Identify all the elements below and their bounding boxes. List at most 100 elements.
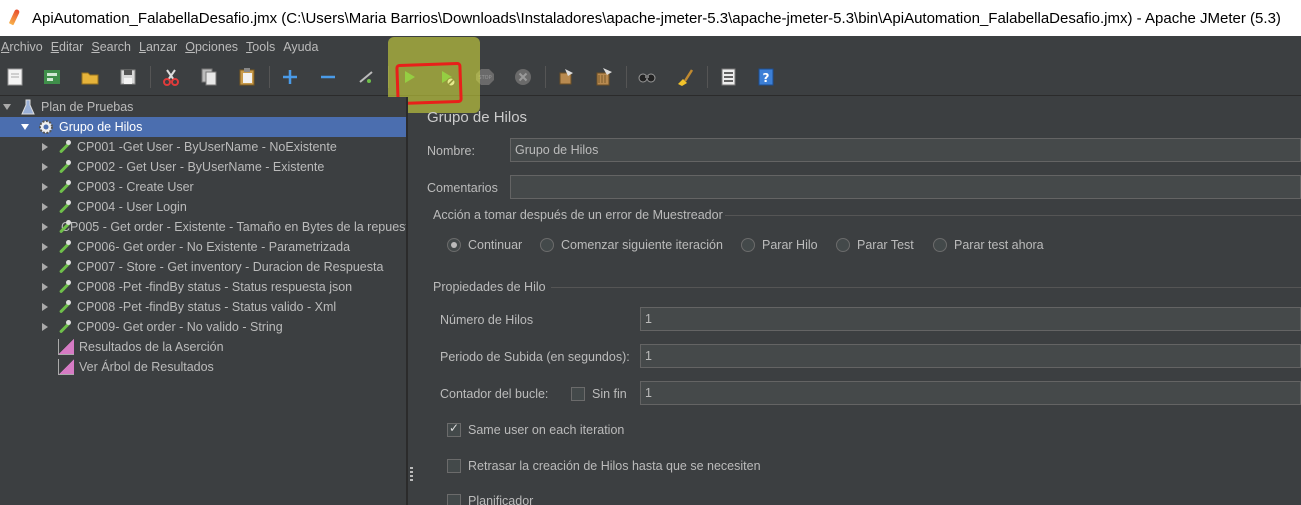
tree-node-sampler[interactable]: CP008 -Pet -findBy status - Status respu…: [0, 277, 407, 297]
tree-node-listener[interactable]: Resultados de la Aserción: [0, 337, 407, 357]
thread-properties-section-title: Propiedades de Hilo: [433, 280, 546, 294]
name-field[interactable]: Grupo de Hilos: [510, 138, 1301, 162]
graph-icon: [58, 359, 74, 375]
tree-node-sampler[interactable]: CP002 - Get User - ByUserName - Existent…: [0, 157, 407, 177]
tree-node-sampler[interactable]: CP006- Get order - No Existente - Parame…: [0, 237, 407, 257]
radio-circle[interactable]: [933, 238, 947, 252]
shutdown-icon[interactable]: [511, 65, 535, 89]
expand-arrow-icon[interactable]: [42, 283, 48, 291]
tree-node-label: CP005 - Get order - Existente - Tamaño e…: [61, 220, 407, 234]
tree-node-label: CP006- Get order - No Existente - Parame…: [77, 240, 351, 254]
menu-archivo[interactable]: Archivo: [1, 40, 43, 54]
menu-bar: Archivo Editar Search Lanzar Opciones To…: [0, 36, 1301, 58]
pipette-icon: [56, 279, 72, 295]
save-icon[interactable]: [116, 65, 140, 89]
threads-field[interactable]: 1: [640, 307, 1301, 331]
menu-search[interactable]: Search: [91, 40, 131, 54]
menu-ayuda[interactable]: Ayuda: [283, 40, 318, 54]
copy-icon[interactable]: [197, 65, 221, 89]
tree-node-sampler[interactable]: CP001 -Get User - ByUserName - NoExisten…: [0, 137, 407, 157]
expand-arrow-icon[interactable]: [42, 143, 48, 151]
clear-icon[interactable]: [554, 65, 578, 89]
tree-node-sampler[interactable]: CP007 - Store - Get inventory - Duracion…: [0, 257, 407, 277]
pipette-icon: [56, 179, 72, 195]
expand-arrow-icon[interactable]: [3, 104, 11, 110]
checkbox-label: Retrasar la creación de Hilos hasta que …: [468, 459, 761, 473]
templates-icon[interactable]: [40, 65, 64, 89]
expand-arrow-icon[interactable]: [42, 263, 48, 271]
checkbox-box[interactable]: [571, 387, 585, 401]
open-icon[interactable]: [78, 65, 102, 89]
section-border: [725, 215, 1301, 216]
checkbox-box[interactable]: [447, 494, 461, 505]
radio-parar-test-ahora[interactable]: Parar test ahora: [933, 238, 1044, 252]
checkbox-box[interactable]: [447, 421, 461, 437]
rampup-field[interactable]: 1: [640, 344, 1301, 368]
expand-icon[interactable]: [278, 65, 302, 89]
clear-all-icon[interactable]: [592, 65, 616, 89]
toolbar: STOP ?: [0, 58, 1301, 96]
expand-arrow-icon[interactable]: [42, 243, 48, 251]
expand-arrow-icon[interactable]: [42, 223, 48, 231]
splitter-handle-icon[interactable]: [410, 467, 413, 481]
tree-node-sampler[interactable]: CP004 - User Login: [0, 197, 407, 217]
toolbar-separator: [150, 66, 151, 88]
expand-arrow-icon[interactable]: [42, 303, 48, 311]
jmeter-feather-icon: [8, 8, 22, 27]
radio-parar-hilo[interactable]: Parar Hilo: [741, 238, 818, 252]
new-icon[interactable]: [3, 65, 27, 89]
tree-node-label: CP008 -Pet -findBy status - Status valid…: [77, 300, 337, 314]
toggle-icon[interactable]: [354, 65, 378, 89]
radio-continuar[interactable]: Continuar: [447, 238, 522, 252]
tree-node-sampler[interactable]: CP009- Get order - No valido - String: [0, 317, 407, 337]
tree-node-label: Plan de Pruebas: [41, 100, 134, 114]
expand-arrow-icon[interactable]: [42, 323, 48, 331]
menu-lanzar[interactable]: Lanzar: [139, 40, 177, 54]
search-icon[interactable]: [635, 65, 659, 89]
function-helper-icon[interactable]: [716, 65, 740, 89]
loop-count-field[interactable]: 1: [640, 381, 1301, 405]
toolbar-separator: [707, 66, 708, 88]
toolbar-separator: [545, 66, 546, 88]
menu-editar[interactable]: Editar: [51, 40, 84, 54]
checkbox-box[interactable]: [447, 459, 461, 473]
tree-node-grupo-de-hilos[interactable]: Grupo de Hilos: [0, 117, 407, 137]
paste-icon[interactable]: [235, 65, 259, 89]
menu-opciones[interactable]: Opciones: [185, 40, 238, 54]
expand-arrow-icon[interactable]: [21, 124, 29, 130]
scheduler-checkbox[interactable]: Planificador: [447, 494, 533, 505]
tree-node-listener[interactable]: Ver Árbol de Resultados: [0, 357, 407, 377]
delay-thread-creation-checkbox[interactable]: Retrasar la creación de Hilos hasta que …: [447, 459, 761, 473]
tree-node-sampler[interactable]: CP005 - Get order - Existente - Tamaño e…: [0, 217, 407, 237]
comments-field[interactable]: [510, 175, 1301, 199]
thread-group-panel: Grupo de Hilos Nombre: Grupo de Hilos Co…: [415, 97, 1301, 505]
radio-circle[interactable]: [540, 238, 554, 252]
help-icon[interactable]: ?: [754, 65, 778, 89]
checkbox-label: Sin fin: [592, 387, 627, 401]
tree-node-sampler[interactable]: CP003 - Create User: [0, 177, 407, 197]
radio-circle[interactable]: [836, 238, 850, 252]
radio-circle[interactable]: [741, 238, 755, 252]
same-user-checkbox[interactable]: Same user on each iteration: [447, 421, 625, 437]
window-title-bar: ApiAutomation_FalabellaDesafio.jmx (C:\U…: [0, 0, 1301, 36]
tree-node-label: CP002 - Get User - ByUserName - Existent…: [77, 160, 325, 174]
name-label: Nombre:: [427, 144, 475, 158]
expand-arrow-icon[interactable]: [42, 163, 48, 171]
tree-node-plan-de-pruebas[interactable]: Plan de Pruebas: [0, 97, 407, 117]
expand-arrow-icon[interactable]: [42, 203, 48, 211]
tree-node-sampler[interactable]: CP008 -Pet -findBy status - Status valid…: [0, 297, 407, 317]
pipette-icon: [56, 159, 72, 175]
flask-icon: [20, 99, 36, 115]
checkbox-label: Same user on each iteration: [468, 423, 625, 437]
radio-parar-test[interactable]: Parar Test: [836, 238, 914, 252]
infinite-checkbox[interactable]: Sin fin: [571, 387, 627, 401]
collapse-icon[interactable]: [316, 65, 340, 89]
pipette-icon: [56, 299, 72, 315]
radio-comenzar-siguiente-iteracion[interactable]: Comenzar siguiente iteración: [540, 238, 723, 252]
radio-circle[interactable]: [447, 238, 461, 252]
menu-tools[interactable]: Tools: [246, 40, 275, 54]
reset-search-icon[interactable]: [673, 65, 697, 89]
cut-icon[interactable]: [159, 65, 183, 89]
split-pane-divider[interactable]: [406, 97, 408, 505]
expand-arrow-icon[interactable]: [42, 183, 48, 191]
